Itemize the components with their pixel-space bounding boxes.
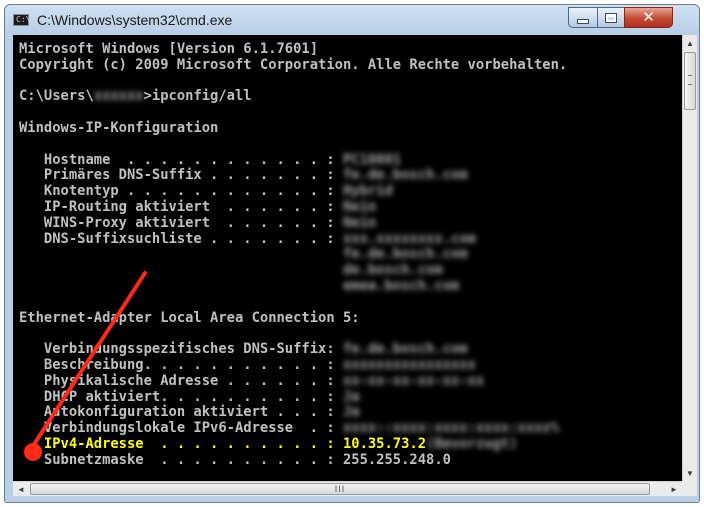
console-line: Verbindungsspezifisches DNS-Suffix: fe.d…	[19, 341, 682, 358]
console-line: Primäres DNS-Suffix . . . . . . . : fe.d…	[19, 167, 682, 184]
console-text: Physikalische Adresse . . . . . . :	[19, 372, 343, 389]
console-text: Subnetzmaske . . . . . . . . . . : 255.2…	[19, 451, 451, 468]
redacted-text: fe.de.bosch.com	[342, 341, 468, 358]
console-line: Beschreibung. . . . . . . . . . . : xxxx…	[19, 356, 682, 374]
cmd-icon-label: C:\	[16, 15, 31, 24]
console-text: Verbindungslokale IPv6-Adresse . :	[19, 420, 343, 437]
vertical-scrollbar[interactable]: ▲ ▼	[682, 35, 697, 481]
redacted-text: Hybrid	[342, 183, 393, 200]
redacted-text: fe.de.bosch.com	[342, 167, 468, 184]
redacted-text: xxxx::xxxx:xxxx:xxxx:xxxx%	[342, 420, 559, 437]
console-line: Verbindungslokale IPv6-Adresse . : xxxx:…	[19, 420, 682, 437]
console-text: >ipconfig/all	[143, 88, 252, 105]
console-text: Beschreibung. . . . . . . . . . . :	[19, 356, 343, 373]
close-button[interactable]: ✕	[624, 7, 673, 28]
horizontal-scroll-thumb[interactable]: III	[30, 483, 650, 495]
vertical-scroll-thumb[interactable]	[684, 52, 696, 110]
console-line: C:\Users\xxxxxx>ipconfig/all	[19, 88, 682, 105]
console-text: Microsoft Windows [Version 6.1.7601]	[19, 42, 319, 57]
scroll-up-icon[interactable]: ▲	[683, 35, 697, 51]
console-text: DHCP aktiviert. . . . . . . . . . :	[19, 388, 343, 405]
grip-icon	[688, 75, 692, 85]
close-icon: ✕	[642, 8, 655, 26]
console-text: Ethernet-Adapter Local Area Connection 5…	[19, 309, 360, 326]
console-line: IP-Routing aktiviert . . . . . . : Nein	[19, 198, 682, 216]
console-line: Microsoft Windows [Version 6.1.7601]	[19, 42, 682, 58]
minimize-button[interactable]	[568, 7, 598, 28]
title-bar[interactable]: C:\ C:\Windows\system32\cmd.exe ✕	[5, 5, 699, 35]
redacted-text: xx-xx-xx-xx-xx-xx	[342, 372, 485, 389]
console-line: Autokonfiguration aktiviert . . . : Ja	[19, 404, 682, 421]
redacted-text: (Bevorzugt)	[426, 435, 518, 452]
redacted-text: Nein	[342, 214, 377, 231]
console-line: emea.bosch.com	[19, 277, 682, 295]
console-text: Autokonfiguration aktiviert . . . :	[19, 404, 343, 421]
console-line: DHCP aktiviert. . . . . . . . . . : Ja	[19, 388, 682, 406]
redacted-text: Ja	[342, 404, 360, 421]
console-text: C:\Users\	[19, 88, 94, 105]
console-text: IPv4-Adresse . . . . . . . . . . : 10.35…	[19, 435, 427, 452]
console-line: Hostname . . . . . . . . . . . . : PC100…	[19, 151, 682, 169]
console-line-highlighted: IPv4-Adresse . . . . . . . . . . : 10.35…	[19, 435, 682, 453]
console-text: IP-Routing aktiviert . . . . . . :	[19, 198, 343, 215]
maximize-icon	[605, 12, 617, 23]
console-text: DNS-Suffixsuchliste . . . . . . . :	[19, 230, 343, 247]
redacted-text: Ja	[342, 388, 360, 405]
console-line: Copyright (c) 2009 Microsoft Corporation…	[19, 56, 682, 74]
console-text: Verbindungsspezifisches DNS-Suffix:	[19, 341, 343, 358]
window-title: C:\Windows\system32\cmd.exe	[37, 12, 233, 28]
console-line: Subnetzmaske . . . . . . . . . . : 255.2…	[19, 451, 682, 469]
horizontal-scrollbar[interactable]: ◄ III ►	[13, 481, 682, 496]
console-line: Knotentyp . . . . . . . . . . . . : Hybr…	[19, 183, 682, 200]
scroll-down-icon[interactable]: ▼	[683, 465, 697, 481]
cmd-window: C:\ C:\Windows\system32\cmd.exe ✕ Micros…	[4, 4, 700, 503]
console-output: Microsoft Windows [Version 6.1.7601] Copy…	[19, 42, 682, 481]
console-line: de.bosch.com	[19, 262, 682, 279]
redacted-text: Nein	[342, 198, 377, 215]
maximize-button[interactable]	[597, 7, 625, 28]
console-text: Copyright (c) 2009 Microsoft Corporation…	[19, 56, 568, 73]
redacted-text: xxxxxxxxxxxxxxxx	[342, 356, 476, 373]
minimize-icon	[577, 19, 589, 24]
console-text: Hostname . . . . . . . . . . . . :	[19, 151, 343, 168]
console-text: Windows-IP-Konfiguration	[19, 119, 219, 136]
redacted-text: xxx.xxxxxxxx.com	[342, 230, 476, 247]
redacted-text: de.bosch.com	[342, 262, 443, 279]
redacted-text: xxxxxx	[93, 88, 144, 105]
console-line: Ethernet-Adapter Local Area Connection 5…	[19, 309, 682, 327]
redacted-text: emea.bosch.com	[342, 277, 460, 294]
console-line: DNS-Suffixsuchliste . . . . . . . : xxx.…	[19, 230, 682, 248]
cmd-app-icon[interactable]: C:\	[13, 14, 31, 26]
console-line: fe.de.bosch.com	[19, 246, 682, 263]
scroll-right-icon[interactable]: ►	[666, 482, 682, 496]
console-line: Windows-IP-Konfiguration	[19, 119, 682, 137]
scroll-left-icon[interactable]: ◄	[13, 482, 29, 496]
console-line: WINS-Proxy aktiviert . . . . . . : Nein	[19, 214, 682, 232]
redacted-text: PC10001	[342, 151, 402, 168]
scrollbar-corner	[682, 481, 697, 496]
console-text: WINS-Proxy aktiviert . . . . . . :	[19, 214, 343, 231]
console-line: Physikalische Adresse . . . . . . : xx-x…	[19, 372, 682, 390]
console-area[interactable]: Microsoft Windows [Version 6.1.7601] Copy…	[13, 35, 682, 481]
redacted-text: fe.de.bosch.com	[342, 246, 468, 263]
console-text: Primäres DNS-Suffix . . . . . . . :	[19, 167, 343, 184]
console-text: Knotentyp . . . . . . . . . . . . :	[19, 183, 343, 200]
